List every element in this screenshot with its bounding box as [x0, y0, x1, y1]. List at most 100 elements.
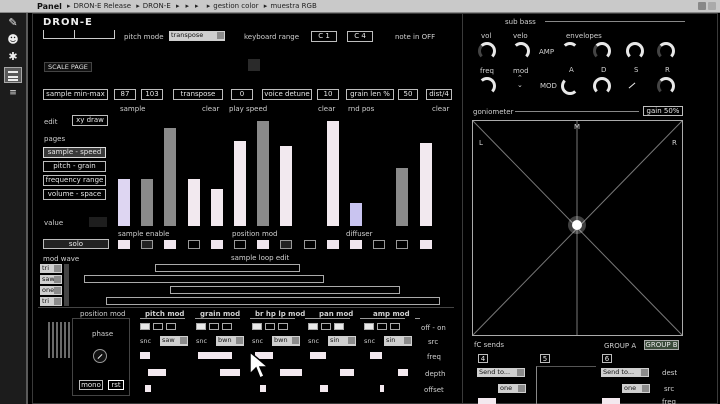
mod-toggle[interactable] [196, 323, 206, 330]
snc-toggle[interactable]: snc [252, 337, 263, 345]
voice-detune-field[interactable]: 10 [317, 89, 339, 100]
one-select-4[interactable]: one [498, 384, 526, 393]
panel-icon[interactable] [4, 67, 22, 83]
mod-source-select[interactable]: saw [160, 336, 188, 346]
wave-select-4[interactable]: tri [40, 297, 62, 306]
amp-decay-knob[interactable] [593, 42, 611, 60]
value-field[interactable] [89, 217, 107, 227]
keyboard-high-field[interactable]: C 4 [347, 31, 373, 42]
close-icon[interactable] [708, 2, 716, 10]
mod-toggle[interactable] [166, 323, 176, 330]
step-enable-toggle[interactable] [396, 240, 408, 249]
mod-toggle[interactable] [153, 323, 163, 330]
send-to-select-4[interactable]: Send to... [477, 368, 525, 377]
loop-range-slider-4[interactable] [106, 297, 440, 305]
mod-value-bar[interactable] [398, 369, 408, 376]
mod-value-bar[interactable] [140, 352, 150, 359]
mod-toggle[interactable] [278, 323, 288, 330]
sequencer-bar[interactable] [234, 141, 246, 226]
snc-toggle[interactable]: snc [308, 337, 319, 345]
keyboard-low-field[interactable]: C 1 [311, 31, 337, 42]
mod-value-bar[interactable] [198, 352, 232, 359]
amp-release-knob[interactable] [657, 42, 675, 60]
phase-knob[interactable] [93, 349, 107, 363]
sequencer-area[interactable] [112, 113, 452, 226]
velo-knob[interactable] [512, 42, 530, 60]
step-enable-toggle[interactable] [141, 240, 153, 249]
mod-value-bar[interactable] [148, 369, 166, 376]
step-enable-toggle[interactable] [280, 240, 292, 249]
mod-source-select[interactable]: sin [328, 336, 356, 346]
amp-attack-knob[interactable] [561, 42, 579, 60]
page-pitch-grain[interactable]: pitch - grain [43, 161, 106, 172]
seq-header-clear[interactable]: clear [318, 105, 335, 113]
crumb-dron-e-release[interactable]: DRON-E Release [74, 2, 132, 10]
crumb-gestion-color[interactable]: gestion color [213, 2, 258, 10]
crumb-dron-e[interactable]: DRON-E [143, 2, 171, 10]
mod-value-bar[interactable] [280, 369, 302, 376]
mod-offset-row[interactable] [140, 385, 420, 394]
wave-select-1[interactable]: tri [40, 264, 62, 273]
mod-depth-row[interactable] [140, 369, 420, 378]
xy-draw-button[interactable]: xy draw [72, 115, 108, 126]
step-enable-toggle[interactable] [211, 240, 223, 249]
sequencer-bar[interactable] [350, 203, 362, 226]
send-fader-4[interactable] [478, 398, 496, 404]
note-in-toggle[interactable]: note in OFF [395, 33, 435, 41]
mod-freq-row[interactable] [140, 352, 420, 361]
mod-src-row[interactable]: snc saw snc bwn snc bwn snc sin snc sin [140, 336, 420, 347]
mod-toggle[interactable] [265, 323, 275, 330]
mod-toggle[interactable] [321, 323, 331, 330]
sequencer-bar[interactable] [327, 121, 339, 226]
mod-toggle[interactable] [140, 323, 150, 330]
minimize-icon[interactable] [698, 2, 706, 10]
mod-arrows-icon[interactable]: ⌃ ⌄ [517, 75, 523, 89]
mod-toggles[interactable] [140, 323, 420, 332]
amp-sustain-knob[interactable] [626, 42, 644, 60]
mod-attack-knob[interactable] [561, 77, 579, 95]
mod-value-bar[interactable] [220, 369, 240, 376]
freq-knob[interactable] [478, 77, 496, 95]
page-volume-space[interactable]: volume - space [43, 189, 106, 200]
mod-source-select[interactable]: bwn [216, 336, 244, 346]
sequencer-bar[interactable] [257, 121, 269, 226]
solo-button[interactable]: solo [43, 239, 109, 249]
gain-control[interactable]: gain 50% [643, 106, 683, 116]
mod-toggle[interactable] [390, 323, 400, 330]
sequencer-bar[interactable] [420, 143, 432, 226]
transpose-field[interactable]: 0 [231, 89, 253, 100]
sequencer-bar[interactable] [188, 179, 200, 226]
mod-value-bar[interactable] [380, 385, 384, 392]
seq-header-clear[interactable]: clear [432, 105, 449, 113]
sequencer-bar[interactable] [141, 179, 153, 226]
step-enable-toggle[interactable] [373, 240, 385, 249]
list-icon[interactable]: ≡ [6, 88, 20, 98]
crumb-muestra-rgb[interactable]: muestra RGB [270, 2, 316, 10]
mod-value-bar[interactable] [320, 385, 328, 392]
send-channel-5[interactable]: 5 [540, 354, 550, 363]
send-to-select-6[interactable]: Send to... [601, 368, 649, 377]
mod-value-bar[interactable] [370, 352, 382, 359]
step-enable-toggle[interactable] [257, 240, 269, 249]
step-enable-toggle[interactable] [327, 240, 339, 249]
rst-button[interactable]: rst [108, 380, 124, 390]
mod-value-bar[interactable] [145, 385, 151, 392]
sample-max-field[interactable]: 103 [141, 89, 163, 100]
grain-len-field[interactable]: 50 [398, 89, 418, 100]
page-sample-speed[interactable]: sample - speed [43, 147, 106, 158]
sample-min-field[interactable]: 87 [114, 89, 136, 100]
sequencer-bar[interactable] [280, 146, 292, 226]
sequencer-bar[interactable] [118, 179, 130, 226]
mod-sustain-indicator[interactable] [626, 80, 638, 92]
loop-range-slider-3[interactable] [170, 286, 400, 294]
wave-scrollbar[interactable] [64, 264, 69, 306]
mod-toggle[interactable] [364, 323, 374, 330]
pitch-mode-select[interactable]: transpose [169, 31, 225, 41]
step-enable-toggle[interactable] [420, 240, 432, 249]
vol-knob[interactable] [478, 42, 496, 60]
bug-icon[interactable]: ✱ [6, 51, 20, 63]
send-fader-6[interactable] [602, 398, 620, 404]
step-enable-toggle[interactable] [188, 240, 200, 249]
group-a-button[interactable]: GROUP A [604, 342, 636, 350]
enable-squares[interactable] [112, 239, 452, 250]
